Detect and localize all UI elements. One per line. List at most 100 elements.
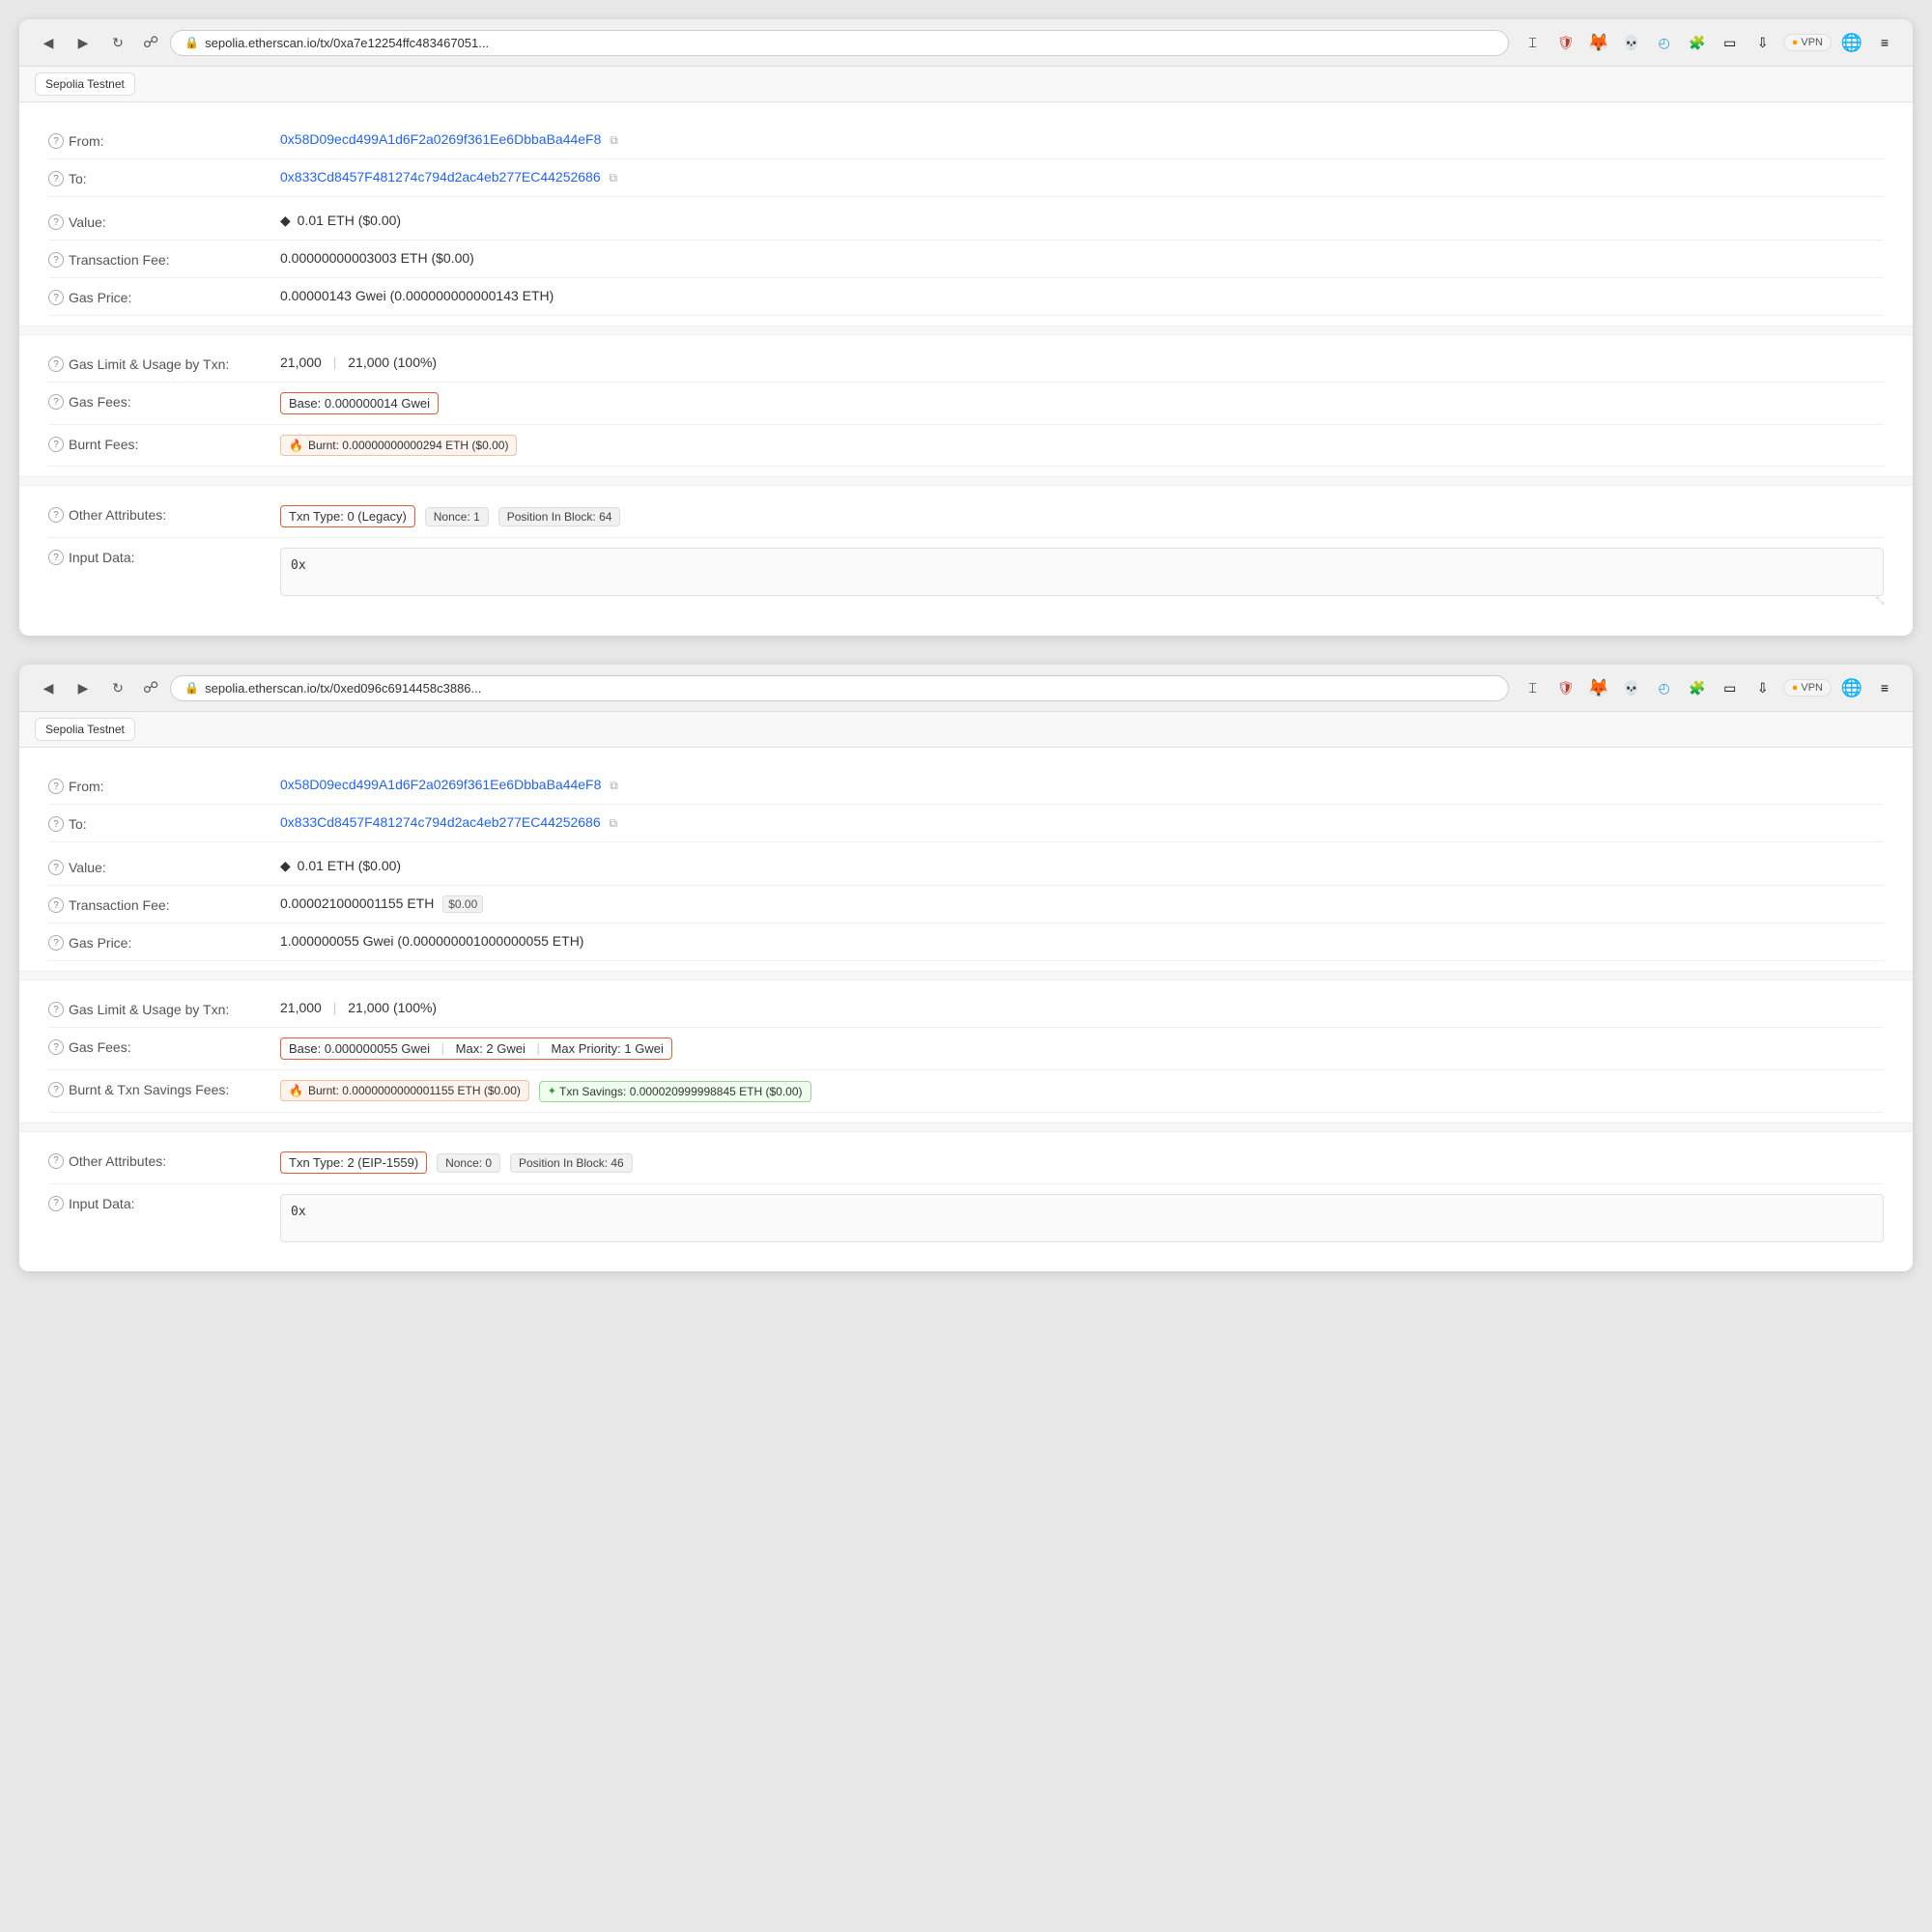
from-label-2: ? From:	[48, 777, 261, 794]
to-label-2: ? To:	[48, 814, 261, 832]
back-button-1[interactable]: ◀	[35, 29, 62, 56]
to-address-link-1[interactable]: 0x833Cd8457F481274c794d2ac4eb277EC442526…	[280, 169, 601, 185]
vpn-dot-2: ●	[1792, 682, 1799, 694]
tx-fee-help-icon-2[interactable]: ?	[48, 897, 64, 913]
value-help-icon-2[interactable]: ?	[48, 860, 64, 875]
other-attr-help-icon-2[interactable]: ?	[48, 1153, 64, 1169]
url-text-2: sepolia.etherscan.io/tx/0xed096c6914458c…	[205, 681, 481, 696]
from-copy-icon-2[interactable]: ⧉	[610, 779, 618, 793]
menu-icon-1[interactable]: ≡	[1872, 30, 1897, 55]
browser-toolbar-1: ◀ ▶ ↻ ☍ 🔒 sepolia.etherscan.io/tx/0xa7e1…	[19, 19, 1913, 67]
gas-limit-help-icon-1[interactable]: ?	[48, 356, 64, 372]
metamask-icon-2[interactable]: 🦊	[1586, 675, 1611, 700]
wallet-icon-2[interactable]: 💀	[1619, 675, 1644, 700]
input-data-help-icon-2[interactable]: ?	[48, 1196, 64, 1211]
vpn-label-1: VPN	[1801, 37, 1823, 48]
tx-fee-help-icon-1[interactable]: ?	[48, 252, 64, 268]
profile-icon-2[interactable]: 🌐	[1839, 675, 1864, 700]
other-attr-row-2: ? Other Attributes: Txn Type: 2 (EIP-155…	[48, 1142, 1884, 1184]
burnt-fees-value-1: 🔥 Burnt: 0.00000000000294 ETH ($0.00)	[280, 435, 1884, 456]
gas-fees-base-box-2: Base: 0.000000055 Gwei | Max: 2 Gwei | M…	[280, 1037, 672, 1060]
puzzle-icon-1[interactable]: 🧩	[1685, 30, 1710, 55]
gas-price-row-1: ? Gas Price: 0.00000143 Gwei (0.00000000…	[48, 278, 1884, 316]
gas-limit-value-2: 21,000 | 21,000 (100%)	[280, 1000, 1884, 1015]
forward-button-1[interactable]: ▶	[70, 29, 97, 56]
gas-fees-help-icon-1[interactable]: ?	[48, 394, 64, 410]
vpn-dot-1: ●	[1792, 37, 1799, 48]
from-address-link-1[interactable]: 0x58D09ecd499A1d6F2a0269f361Ee6DbbaBa44e…	[280, 131, 601, 147]
to-help-icon-2[interactable]: ?	[48, 816, 64, 832]
input-data-help-icon-1[interactable]: ?	[48, 550, 64, 565]
resize-handle-1: ⤡	[280, 596, 1884, 607]
from-value-2: 0x58D09ecd499A1d6F2a0269f361Ee6DbbaBa44e…	[280, 777, 1884, 793]
extension-icon-2[interactable]: 🛡	[1553, 675, 1578, 700]
content-area-2: ? From: 0x58D09ecd499A1d6F2a0269f361Ee6D…	[19, 748, 1913, 1271]
sidebar-icon-2[interactable]: ▭	[1718, 675, 1743, 700]
tab-bar-2: Sepolia Testnet	[19, 712, 1913, 748]
to-row-2: ? To: 0x833Cd8457F481274c794d2ac4eb277EC…	[48, 805, 1884, 842]
txn-type-box-1: Txn Type: 0 (Legacy)	[280, 505, 415, 527]
from-help-icon-2[interactable]: ?	[48, 779, 64, 794]
back-button-2[interactable]: ◀	[35, 674, 62, 701]
burnt-badge-2: 🔥 Burnt: 0.0000000000001155 ETH ($0.00)	[280, 1080, 529, 1101]
from-address-link-2[interactable]: 0x58D09ecd499A1d6F2a0269f361Ee6DbbaBa44e…	[280, 777, 601, 792]
rabby-icon-2[interactable]: ◴	[1652, 675, 1677, 700]
txn-type-box-2: Txn Type: 2 (EIP-1559)	[280, 1151, 427, 1174]
bookmark-button-1[interactable]: ☍	[143, 33, 158, 52]
other-attr-value-1: Txn Type: 0 (Legacy) Nonce: 1 Position I…	[280, 505, 1884, 527]
share-icon-2[interactable]: ⌶	[1520, 675, 1546, 700]
to-copy-icon-1[interactable]: ⧉	[610, 171, 618, 185]
menu-icon-2[interactable]: ≡	[1872, 675, 1897, 700]
fire-icon-2: 🔥	[289, 1084, 303, 1097]
position-badge-1: Position In Block: 64	[498, 507, 621, 526]
gas-fees-help-icon-2[interactable]: ?	[48, 1039, 64, 1055]
sidebar-icon-1[interactable]: ▭	[1718, 30, 1743, 55]
share-icon-1[interactable]: ⌶	[1520, 30, 1546, 55]
download-icon-1[interactable]: ⇩	[1750, 30, 1776, 55]
address-bar-2[interactable]: 🔒 sepolia.etherscan.io/tx/0xed096c691445…	[170, 675, 1509, 701]
extension-icon-1[interactable]: 🛡	[1553, 30, 1578, 55]
gas-price-help-icon-1[interactable]: ?	[48, 290, 64, 305]
eth-icon-value-1: ◆	[280, 213, 291, 229]
burnt-fees-help-icon-2[interactable]: ?	[48, 1082, 64, 1097]
other-attr-help-icon-1[interactable]: ?	[48, 507, 64, 523]
browser-toolbar-2: ◀ ▶ ↻ ☍ 🔒 sepolia.etherscan.io/tx/0xed09…	[19, 665, 1913, 712]
forward-button-2[interactable]: ▶	[70, 674, 97, 701]
gas-fees-value-2: Base: 0.000000055 Gwei | Max: 2 Gwei | M…	[280, 1037, 1884, 1060]
to-value-1: 0x833Cd8457F481274c794d2ac4eb277EC442526…	[280, 169, 1884, 185]
bookmark-button-2[interactable]: ☍	[143, 678, 158, 697]
burnt-fees-help-icon-1[interactable]: ?	[48, 437, 64, 452]
vpn-badge-1[interactable]: ● VPN	[1783, 34, 1832, 51]
input-data-box-2[interactable]: 0x	[280, 1194, 1884, 1242]
wallet-icon-1[interactable]: 💀	[1619, 30, 1644, 55]
from-help-icon-1[interactable]: ?	[48, 133, 64, 149]
fee-dollar-2: $0.00	[442, 895, 483, 913]
to-address-link-2[interactable]: 0x833Cd8457F481274c794d2ac4eb277EC442526…	[280, 814, 601, 830]
other-attr-value-2: Txn Type: 2 (EIP-1559) Nonce: 0 Position…	[280, 1151, 1884, 1174]
gas-fees-base-box-1: Base: 0.000000014 Gwei	[280, 392, 439, 414]
gas-price-help-icon-2[interactable]: ?	[48, 935, 64, 951]
burnt-fees-label-1: ? Burnt Fees:	[48, 435, 261, 452]
tab-sepolia-1[interactable]: Sepolia Testnet	[35, 72, 135, 96]
to-help-icon-1[interactable]: ?	[48, 171, 64, 186]
reload-button-2[interactable]: ↻	[104, 674, 131, 701]
tab-sepolia-2[interactable]: Sepolia Testnet	[35, 718, 135, 741]
browser-window-1: ◀ ▶ ↻ ☍ 🔒 sepolia.etherscan.io/tx/0xa7e1…	[19, 19, 1913, 636]
gas-price-value-2: 1.000000055 Gwei (0.000000001000000055 E…	[280, 933, 1884, 949]
download-icon-2[interactable]: ⇩	[1750, 675, 1776, 700]
to-copy-icon-2[interactable]: ⧉	[610, 816, 618, 831]
gas-limit-help-icon-2[interactable]: ?	[48, 1002, 64, 1017]
from-copy-icon-1[interactable]: ⧉	[610, 133, 618, 148]
address-bar-1[interactable]: 🔒 sepolia.etherscan.io/tx/0xa7e12254ffc4…	[170, 30, 1509, 56]
profile-icon-1[interactable]: 🌐	[1839, 30, 1864, 55]
input-data-box-1[interactable]: 0x	[280, 548, 1884, 596]
vpn-badge-2[interactable]: ● VPN	[1783, 679, 1832, 696]
toolbar-icons-2: ⌶ 🛡 🦊 💀 ◴ 🧩 ▭ ⇩ ● VPN 🌐 ≡	[1520, 675, 1897, 700]
reload-button-1[interactable]: ↻	[104, 29, 131, 56]
puzzle-icon-2[interactable]: 🧩	[1685, 675, 1710, 700]
value-help-icon-1[interactable]: ?	[48, 214, 64, 230]
savings-icon-2: ✦	[548, 1085, 556, 1097]
burnt-fees-row-2: ? Burnt & Txn Savings Fees: 🔥 Burnt: 0.0…	[48, 1070, 1884, 1113]
rabby-icon-1[interactable]: ◴	[1652, 30, 1677, 55]
metamask-icon-1[interactable]: 🦊	[1586, 30, 1611, 55]
